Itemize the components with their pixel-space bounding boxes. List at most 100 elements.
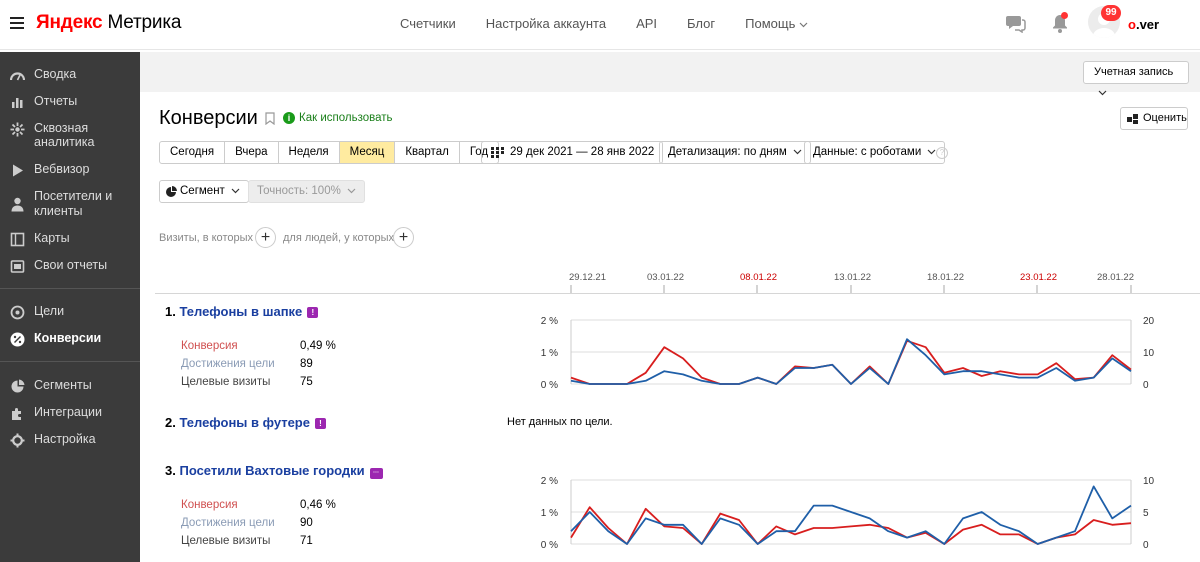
y-right-tick-label: 0 (1143, 380, 1149, 391)
timeline-date: 13.01.22 (834, 272, 871, 283)
dashboard-icon (10, 72, 25, 81)
sidebar-item-maps[interactable]: Карты (0, 231, 140, 247)
date-range-label: 29 дек 2021 — 28 янв 2022 (510, 146, 655, 158)
nav-api[interactable]: API (636, 16, 657, 31)
logo-product: Метрика (102, 12, 182, 33)
y-left-tick-label: 0 % (541, 540, 558, 551)
sidebar-item-integrations[interactable]: Интеграции (0, 405, 140, 421)
accuracy-label: Точность: 100% (257, 185, 341, 197)
bookmark-icon[interactable] (265, 112, 275, 125)
menu-icon[interactable] (10, 17, 24, 29)
goal-3-chart: 0 % 1 % 2 % 0 5 10 (541, 476, 1155, 551)
timeline-date: 03.01.22 (647, 272, 684, 283)
y-right-tick-label: 0 (1143, 540, 1149, 551)
chevron-down-icon (1098, 90, 1107, 96)
timeline-date: 28.01.22 (1097, 272, 1134, 283)
metric-value-conversion: 0,49 % (300, 340, 336, 352)
account-dropdown[interactable]: Учетная запись (1083, 61, 1189, 96)
person-icon (11, 197, 24, 212)
goal-title[interactable]: 2. Телефоны в футере! (165, 415, 326, 430)
pie-icon (166, 186, 177, 197)
metric-value-reaches: 90 (300, 517, 313, 529)
sidebar-item-analytics[interactable]: Сквозная аналитика (0, 121, 140, 149)
how-to-use-link[interactable]: i Как использовать (283, 112, 393, 124)
sidebar-item-label: Сегменты (34, 378, 92, 392)
goal-name: Телефоны в футере (179, 415, 310, 430)
goal-name: Телефоны в шапке (179, 304, 303, 319)
detail-dropdown-label: Детализация: по дням (668, 146, 787, 158)
sidebar-item-label: Конверсии (34, 331, 102, 345)
top-nav: Счетчики Настройка аккаунта API Блог Пом… (400, 16, 808, 31)
goal-title[interactable]: 3. Посетили Вахтовые городки ··· (165, 463, 383, 479)
y-left-tick-label: 2 % (541, 316, 558, 327)
reports-icon (12, 98, 23, 108)
timeline-date-weekend: 23.01.22 (1020, 272, 1057, 283)
period-yesterday[interactable]: Вчера (225, 142, 279, 163)
logo-brand: Яндекс (36, 12, 103, 33)
data-mode-dropdown[interactable]: Данные: с роботами (804, 141, 946, 164)
sidebar-item-segments[interactable]: Сегменты (0, 378, 140, 394)
chevron-down-icon (793, 149, 802, 155)
y-right-tick-label: 5 (1143, 508, 1149, 519)
metric-value-conversion: 0,46 % (300, 499, 336, 511)
sidebar-item-custom-reports[interactable]: Свои отчеты (0, 258, 140, 274)
add-visits-filter-button[interactable]: + (255, 227, 276, 248)
nav-blog[interactable]: Блог (687, 16, 715, 31)
metric-value-target-visits: 75 (300, 376, 313, 388)
sidebar-item-label: Карты (34, 231, 70, 245)
period-quarter[interactable]: Квартал (395, 142, 460, 163)
sidebar-item-visitors[interactable]: Посетители и клиенты (0, 189, 140, 219)
period-today[interactable]: Сегодня (160, 142, 226, 163)
sidebar-item-settings[interactable]: Настройка (0, 432, 140, 448)
username[interactable]: o.ver (1128, 17, 1159, 32)
period-week[interactable]: Неделя (279, 142, 340, 163)
rate-icon (1127, 114, 1138, 124)
y-left-tick-label: 1 % (541, 348, 558, 359)
help-icon[interactable]: ? (936, 147, 948, 159)
nav-help-label: Помощь (745, 16, 796, 31)
nav-account-settings[interactable]: Настройка аккаунта (486, 16, 606, 31)
info-icon: i (283, 112, 295, 124)
sidebar-item-label: Свои отчеты (34, 258, 108, 272)
detail-dropdown[interactable]: Детализация: по дням (659, 141, 811, 164)
metric-label-conversion: Конверсия (181, 499, 238, 511)
chevron-down-icon (231, 188, 240, 194)
date-range-picker[interactable]: 29 дек 2021 — 28 янв 2022 (481, 141, 664, 164)
sidebar-item-label: Интеграции (34, 405, 103, 419)
goal-title[interactable]: 1. Телефоны в шапке! (165, 304, 319, 319)
period-month[interactable]: Месяц (339, 142, 396, 163)
sidebar-item-label: Вебвизор (34, 162, 90, 176)
sidebar-item-reports[interactable]: Отчеты (0, 94, 140, 110)
nav-counters[interactable]: Счетчики (400, 16, 456, 31)
segment-dropdown[interactable]: Сегмент (159, 180, 250, 203)
metric-label-conversion: Конверсия (181, 340, 238, 352)
sidebar-item-summary[interactable]: Сводка (0, 67, 140, 83)
y-left-tick-label: 2 % (541, 476, 558, 487)
target-icon (10, 305, 25, 320)
sidebar-item-conversions[interactable]: Конверсии (0, 331, 140, 347)
goal-type-icon: ··· (369, 468, 383, 479)
metric-label-target-visits: Целевые визиты (181, 376, 271, 388)
goal-number: 3. (165, 463, 176, 478)
nav-help[interactable]: Помощь (745, 16, 808, 31)
y-right-tick-label: 10 (1143, 348, 1155, 359)
sidebar-item-goals[interactable]: Цели (0, 304, 140, 320)
visits-filter-label: Визиты, в которых (159, 232, 253, 244)
rate-button[interactable]: Оценить (1120, 107, 1188, 130)
logo[interactable]: Яндекс Метрика (36, 12, 181, 34)
data-mode-label: Данные: с роботами (813, 146, 922, 158)
no-data-message: Нет данных по цели. (507, 416, 613, 428)
add-people-filter-button[interactable]: + (393, 227, 414, 248)
map-icon (10, 232, 25, 247)
y-right-tick-label: 20 (1143, 316, 1155, 327)
segments-icon (11, 379, 25, 393)
notification-badge: 99 (1101, 5, 1121, 21)
how-to-use-label: Как использовать (299, 112, 393, 124)
sidebar-item-label: Посетители и клиенты (34, 189, 113, 218)
metric-label-reaches: Достижения цели (181, 517, 275, 529)
chat-icon[interactable] (1005, 14, 1026, 33)
sidebar-item-webvisor[interactable]: Вебвизор (0, 162, 140, 178)
timeline-date: 29.12.21 (569, 272, 606, 283)
notification-dot (1061, 12, 1068, 19)
analytics-icon (10, 122, 25, 137)
